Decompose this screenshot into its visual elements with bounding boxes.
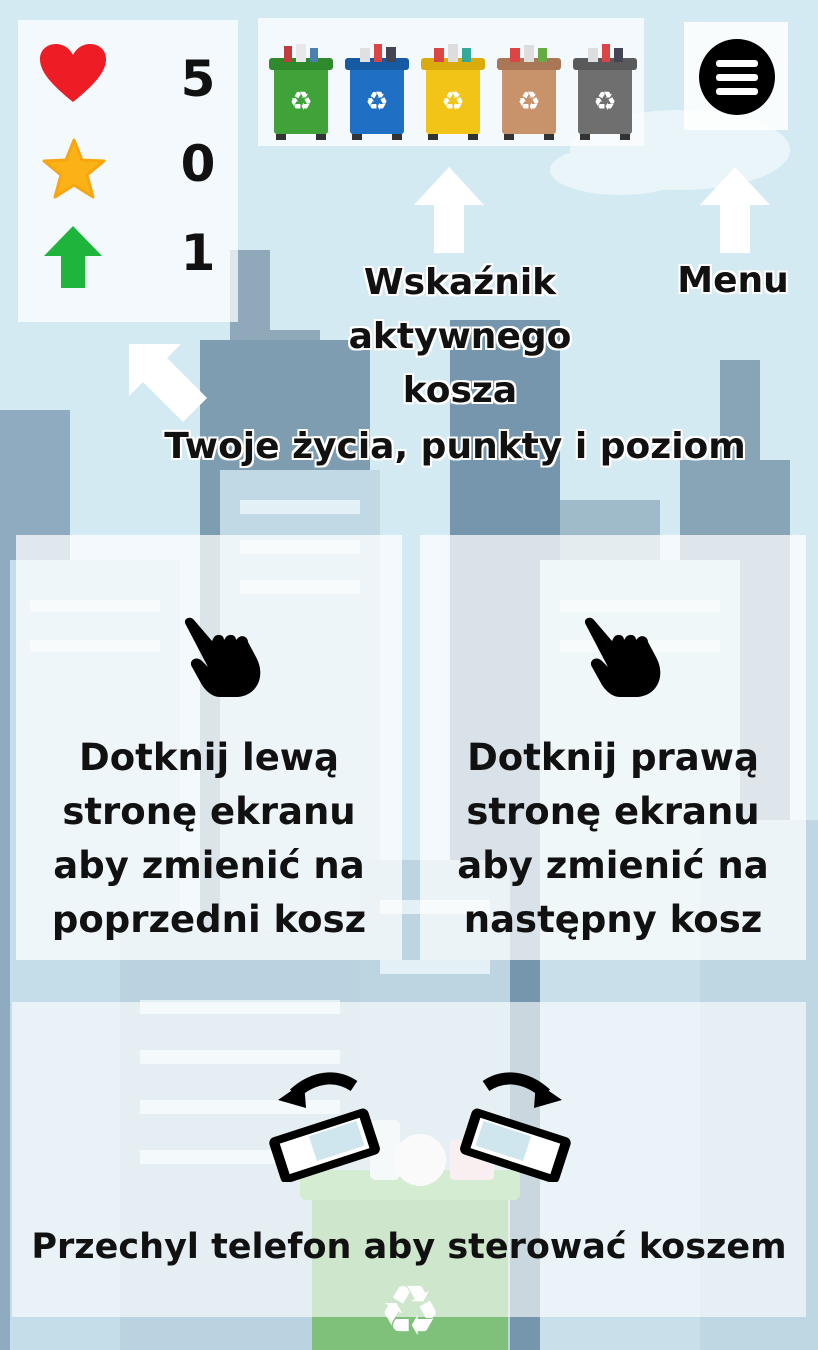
tilt-hint-text: Przechyl telefon aby sterować koszem xyxy=(31,1227,787,1267)
green-bin-icon: ♻ xyxy=(269,44,333,140)
points-row: 0 xyxy=(18,135,238,215)
level-value: 1 xyxy=(180,224,216,282)
arrow-up-indicator-icon xyxy=(414,167,484,253)
brown-bin-icon: ♻ xyxy=(497,45,561,140)
left-hint-line4: poprzedni kosz xyxy=(51,898,367,941)
svg-text:♻: ♻ xyxy=(517,87,540,117)
stats-caption: Twoje życia, punkty i poziom xyxy=(164,426,746,467)
arrow-upleft-stats-icon xyxy=(129,344,207,422)
svg-text:♻: ♻ xyxy=(289,87,312,117)
right-hint-line1: Dotknij prawą xyxy=(467,736,759,779)
hamburger-icon xyxy=(699,39,775,115)
active-bin-label: Wskaźnik aktywnego kosza xyxy=(255,256,665,418)
right-hint-line4: następny kosz xyxy=(463,898,763,941)
up-arrow-icon xyxy=(44,226,102,288)
heart-icon xyxy=(40,44,106,102)
active-bin-indicator: ♻ ♻ ♻ ♻ ♻ xyxy=(258,18,644,146)
left-hint-line3: aby zmienić na xyxy=(53,844,365,887)
active-bin-label-line1: Wskaźnik aktywnego xyxy=(348,262,572,357)
points-value: 0 xyxy=(180,135,216,193)
level-row: 1 xyxy=(18,220,238,300)
svg-text:♻: ♻ xyxy=(365,87,388,117)
lives-value: 5 xyxy=(180,50,216,108)
tilt-phone-icon xyxy=(460,1072,571,1182)
left-hint-line2: stronę ekranu xyxy=(62,790,356,833)
right-tap-zone[interactable]: Dotknij prawą stronę ekranu aby zmienić … xyxy=(420,535,806,960)
right-hint-text: Dotknij prawą stronę ekranu aby zmienić … xyxy=(420,731,806,947)
lives-row: 5 xyxy=(18,40,238,120)
left-hint-line1: Dotknij lewą xyxy=(79,736,339,779)
left-hint-text: Dotknij lewą stronę ekranu aby zmienić n… xyxy=(16,731,402,947)
star-icon xyxy=(42,138,106,199)
blue-bin-icon: ♻ xyxy=(345,44,409,140)
svg-text:♻: ♻ xyxy=(441,87,464,117)
active-bin-label-line2: kosza xyxy=(402,370,518,411)
svg-text:♻: ♻ xyxy=(593,87,616,117)
right-hint-line2: stronę ekranu xyxy=(466,790,760,833)
stats-panel: 5 0 1 xyxy=(18,20,238,322)
tilt-hint-panel: Przechyl telefon aby sterować koszem xyxy=(12,1002,806,1317)
tap-hand-icon xyxy=(584,617,661,697)
right-hint-line3: aby zmienić na xyxy=(457,844,769,887)
menu-label: Menu xyxy=(677,260,789,301)
gray-bin-icon: ♻ xyxy=(573,44,637,140)
arrow-up-menu-icon xyxy=(700,167,770,253)
tilt-phone-icon xyxy=(269,1072,380,1182)
yellow-bin-icon: ♻ xyxy=(421,44,485,140)
menu-button[interactable] xyxy=(684,22,788,130)
left-tap-zone[interactable]: Dotknij lewą stronę ekranu aby zmienić n… xyxy=(16,535,402,960)
tap-hand-icon xyxy=(184,617,261,697)
